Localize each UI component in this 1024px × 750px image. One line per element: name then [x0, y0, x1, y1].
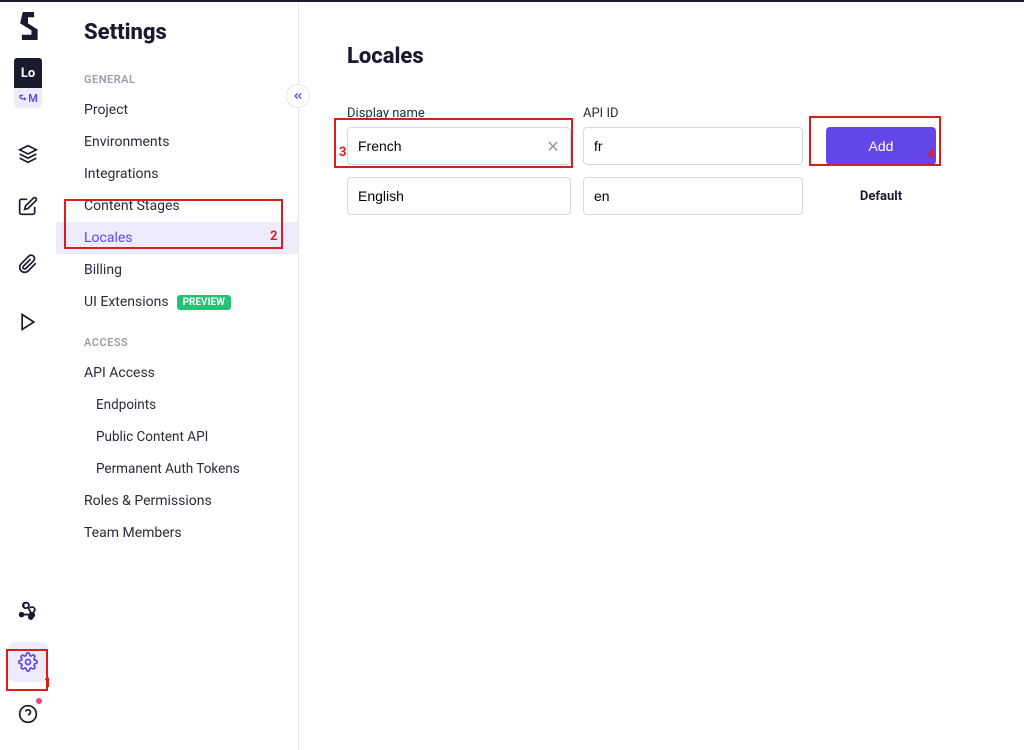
workspace-env-badge[interactable]: M	[14, 88, 42, 108]
page-title: Settings	[56, 20, 298, 65]
nav-ui-extensions[interactable]: UI ExtensionsPREVIEW	[56, 286, 298, 318]
section-label-access: ACCESS	[56, 328, 298, 357]
paperclip-icon[interactable]	[8, 244, 48, 284]
nav-integrations[interactable]: Integrations	[56, 158, 298, 190]
new-locale-api-input[interactable]	[583, 127, 803, 165]
nav-endpoints[interactable]: Endpoints	[56, 389, 298, 421]
highlight-num-1: 1	[44, 676, 51, 691]
help-icon[interactable]	[8, 694, 48, 734]
edit-icon[interactable]	[8, 186, 48, 226]
preview-badge: PREVIEW	[177, 295, 231, 310]
settings-sidebar: Settings GENERAL Project Environments In…	[56, 2, 299, 750]
add-locale-button[interactable]: Add	[826, 127, 936, 165]
clear-name-icon[interactable]: ✕	[543, 136, 563, 156]
highlight-num-2: 2	[270, 229, 277, 244]
layers-icon[interactable]	[8, 134, 48, 174]
nav-locales[interactable]: Locales	[56, 222, 298, 254]
nav-billing[interactable]: Billing	[56, 254, 298, 286]
nav-environments[interactable]: Environments	[56, 126, 298, 158]
main-content: Locales Display name API ID ✕ Add	[299, 2, 1024, 750]
section-label-general: GENERAL	[56, 65, 298, 94]
collapse-sidebar-button[interactable]	[286, 84, 310, 108]
col-display-name: Display name	[347, 106, 425, 121]
app-logo-icon	[14, 12, 42, 40]
locale-default-label: Default	[860, 189, 902, 204]
highlight-num-4: 4	[927, 147, 934, 162]
new-locale-name-input[interactable]	[347, 127, 571, 165]
locale-api-input-0[interactable]	[583, 177, 803, 215]
highlight-num-3: 3	[339, 145, 346, 160]
nav-roles-permissions[interactable]: Roles & Permissions	[56, 485, 298, 517]
iconbar: Lo M	[0, 2, 56, 750]
nav-permanent-auth-tokens[interactable]: Permanent Auth Tokens	[56, 453, 298, 485]
play-icon[interactable]	[8, 302, 48, 342]
locales-heading: Locales	[347, 44, 1024, 69]
workspace-badge[interactable]: Lo	[14, 58, 42, 88]
nav-team-members[interactable]: Team Members	[56, 517, 298, 549]
settings-icon[interactable]	[8, 642, 48, 682]
nav-content-stages[interactable]: Content Stages	[56, 190, 298, 222]
col-api-id: API ID	[583, 106, 619, 121]
nav-api-access[interactable]: API Access	[56, 357, 298, 389]
nav-public-content-api[interactable]: Public Content API	[56, 421, 298, 453]
locale-name-input-0[interactable]	[347, 177, 571, 215]
webhooks-icon[interactable]	[8, 590, 48, 630]
nav-project[interactable]: Project	[56, 94, 298, 126]
